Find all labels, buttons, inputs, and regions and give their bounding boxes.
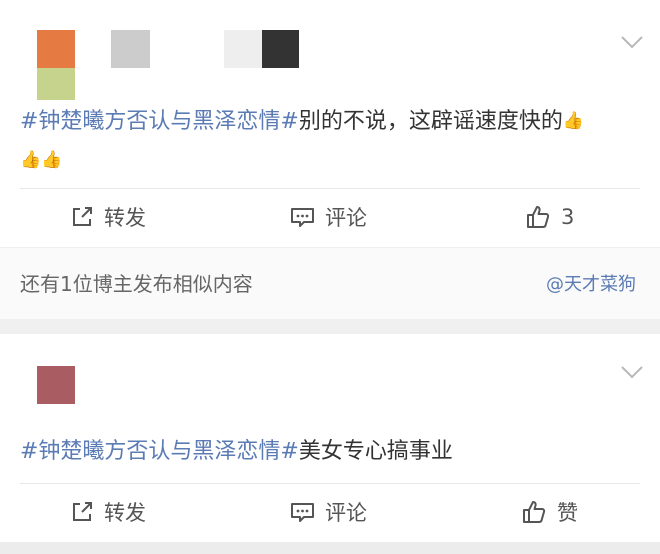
username-block-dark [262,30,299,68]
like-button[interactable]: 赞 [521,497,578,527]
card-separator [0,319,660,334]
hashtag-link[interactable]: #钟楚曦方否认与黑泽恋情# [20,439,299,464]
post-card-1: #钟楚曦方否认与黑泽恋情#别的不说，这辟谣速度快的👍 👍👍 转发 评论 3 [0,0,660,247]
comment-icon [291,208,314,227]
repost-button[interactable]: 转发 [70,202,146,232]
avatar-block-green [37,68,75,100]
repost-label: 转发 [104,206,146,230]
comment-button[interactable]: 评论 [290,497,367,527]
avatar-block-orange[interactable] [37,30,75,68]
chevron-down-icon[interactable] [621,35,643,49]
thumbs-up-emoji-icon: 👍 [562,111,585,131]
like-label: 赞 [557,501,578,525]
comment-label: 评论 [325,501,367,525]
username-block-gray[interactable] [111,30,150,68]
share-arrow-icon [73,207,92,226]
bottom-separator [0,542,660,554]
share-arrow-icon [73,502,92,521]
repost-button[interactable]: 转发 [70,497,146,527]
post-body: 美女专心搞事业 [298,439,453,464]
like-count: 3 [561,205,575,229]
comment-button[interactable]: 评论 [290,202,367,232]
similar-blogger-link[interactable]: @天才菜狗 [546,270,636,296]
post-card-2: #钟楚曦方否认与黑泽恋情#美女专心搞事业 转发 评论 赞 [0,334,660,542]
hashtag-link[interactable]: #钟楚曦方否认与黑泽恋情# [20,109,299,134]
username-block-light [224,30,262,68]
like-button[interactable]: 3 [525,202,574,232]
divider [20,188,640,189]
post-text: #钟楚曦方否认与黑泽恋情#美女专心搞事业 [20,433,453,471]
avatar-block-maroon[interactable] [37,366,75,404]
thumbs-up-emoji-icon: 👍 [41,150,63,170]
comment-icon [291,503,314,522]
comment-label: 评论 [325,206,367,230]
thumbs-up-emoji-icon: 👍 [20,150,42,170]
post-body: 别的不说，这辟谣速度快的 [298,109,563,134]
thumbs-up-icon [523,501,546,523]
repost-label: 转发 [104,501,146,525]
post-text: #钟楚曦方否认与黑泽恋情#别的不说，这辟谣速度快的👍 👍👍 [20,102,584,180]
divider [20,483,640,484]
similar-content-text: 还有1位博主发布相似内容 [20,272,253,296]
chevron-down-icon[interactable] [621,365,643,379]
thumbs-up-icon [527,206,550,228]
